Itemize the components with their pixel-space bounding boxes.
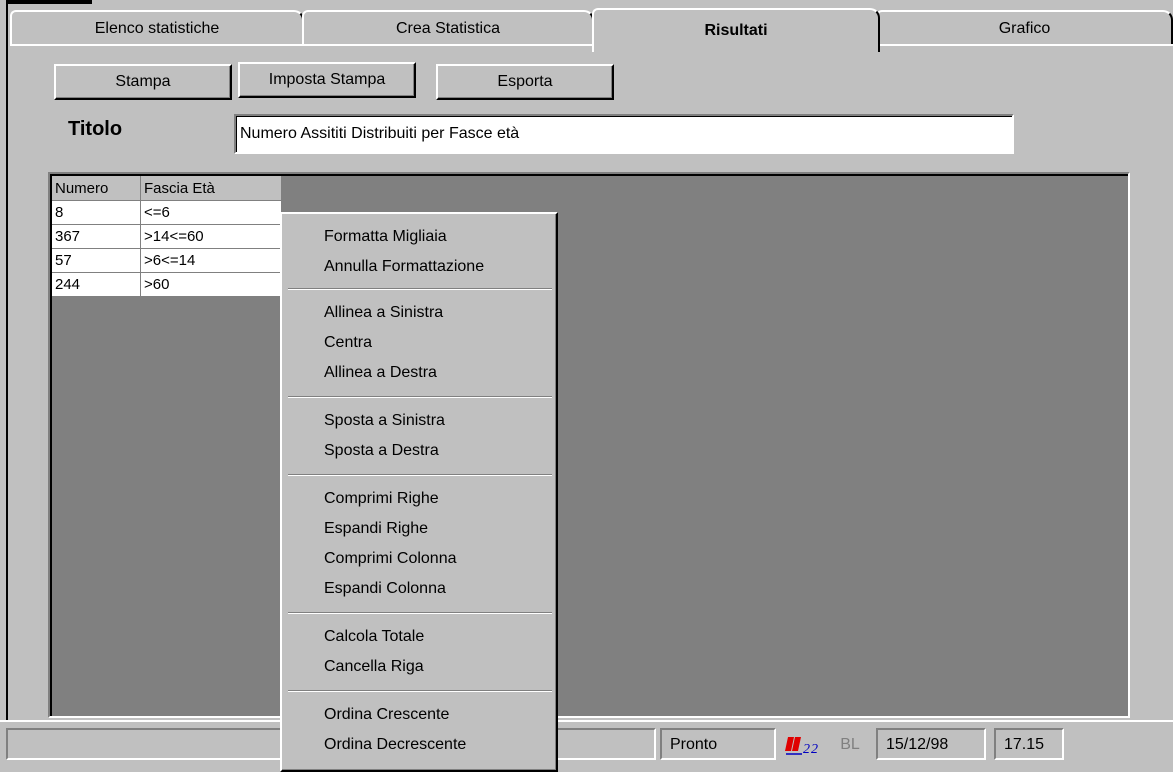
- column-header-numero[interactable]: Numero: [52, 176, 141, 201]
- title-input[interactable]: Numero Assititi Distribuiti per Fasce et…: [234, 114, 1014, 154]
- export-button[interactable]: Esporta: [436, 64, 614, 100]
- menu-item-comprimi-righe[interactable]: Comprimi Righe: [324, 484, 439, 514]
- menu-separator: [288, 396, 552, 398]
- menu-item-sposta-destra[interactable]: Sposta a Destra: [324, 436, 439, 466]
- app-logo-icon: 2 2: [784, 733, 824, 757]
- menu-item-ordina-decrescente[interactable]: Ordina Decrescente: [324, 730, 466, 760]
- title-label: Titolo: [68, 118, 123, 140]
- menu-item-allinea-destra[interactable]: Allinea a Destra: [324, 358, 437, 388]
- status-time: 17.15: [994, 728, 1064, 760]
- print-setup-button[interactable]: Imposta Stampa: [238, 62, 416, 98]
- status-indicator-bl: BL: [840, 736, 860, 753]
- cell-numero[interactable]: 367: [52, 224, 141, 249]
- cell-fascia-eta[interactable]: >6<=14: [140, 248, 282, 273]
- menu-separator: [288, 474, 552, 476]
- table-row[interactable]: 244 >60: [52, 272, 282, 297]
- results-grid[interactable]: Numero Fascia Età 8 <=6 367 >14<=60 57 >…: [52, 176, 282, 297]
- status-text: Pronto: [660, 728, 776, 760]
- menu-item-allinea-sinistra[interactable]: Allinea a Sinistra: [324, 298, 443, 328]
- cell-numero[interactable]: 57: [52, 248, 141, 273]
- menu-item-espandi-colonna[interactable]: Espandi Colonna: [324, 574, 446, 604]
- context-menu: Formatta Migliaia Annulla Formattazione …: [280, 212, 558, 772]
- table-row[interactable]: 57 >6<=14: [52, 248, 282, 273]
- menu-item-ordina-crescente[interactable]: Ordina Crescente: [324, 700, 449, 730]
- menu-item-sposta-sinistra[interactable]: Sposta a Sinistra: [324, 406, 445, 436]
- cell-fascia-eta[interactable]: <=6: [140, 200, 282, 225]
- tab-risultati[interactable]: Risultati: [592, 8, 880, 52]
- svg-text:2: 2: [803, 742, 810, 757]
- menu-item-calcola-totale[interactable]: Calcola Totale: [324, 622, 424, 652]
- menu-item-centra[interactable]: Centra: [324, 328, 372, 358]
- window-frame-top: [0, 0, 92, 4]
- grid-header-row: Numero Fascia Età: [52, 176, 282, 201]
- cell-numero[interactable]: 8: [52, 200, 141, 225]
- svg-text:2: 2: [811, 742, 818, 757]
- status-date: 15/12/98: [876, 728, 986, 760]
- table-row[interactable]: 367 >14<=60: [52, 224, 282, 249]
- menu-item-comprimi-colonna[interactable]: Comprimi Colonna: [324, 544, 457, 574]
- menu-item-formatta-migliaia[interactable]: Formatta Migliaia: [324, 222, 447, 252]
- print-button[interactable]: Stampa: [54, 64, 232, 100]
- cell-numero[interactable]: 244: [52, 272, 141, 297]
- cell-fascia-eta[interactable]: >14<=60: [140, 224, 282, 249]
- menu-separator: [288, 690, 552, 692]
- menu-separator: [288, 612, 552, 614]
- menu-separator: [288, 288, 552, 290]
- menu-item-annulla-formattazione[interactable]: Annulla Formattazione: [324, 252, 484, 282]
- window-frame-left: [0, 0, 8, 720]
- cell-fascia-eta[interactable]: >60: [140, 272, 282, 297]
- table-row[interactable]: 8 <=6: [52, 200, 282, 225]
- menu-item-espandi-righe[interactable]: Espandi Righe: [324, 514, 428, 544]
- menu-item-cancella-riga[interactable]: Cancella Riga: [324, 652, 424, 682]
- column-header-fascia-eta[interactable]: Fascia Età: [140, 176, 282, 201]
